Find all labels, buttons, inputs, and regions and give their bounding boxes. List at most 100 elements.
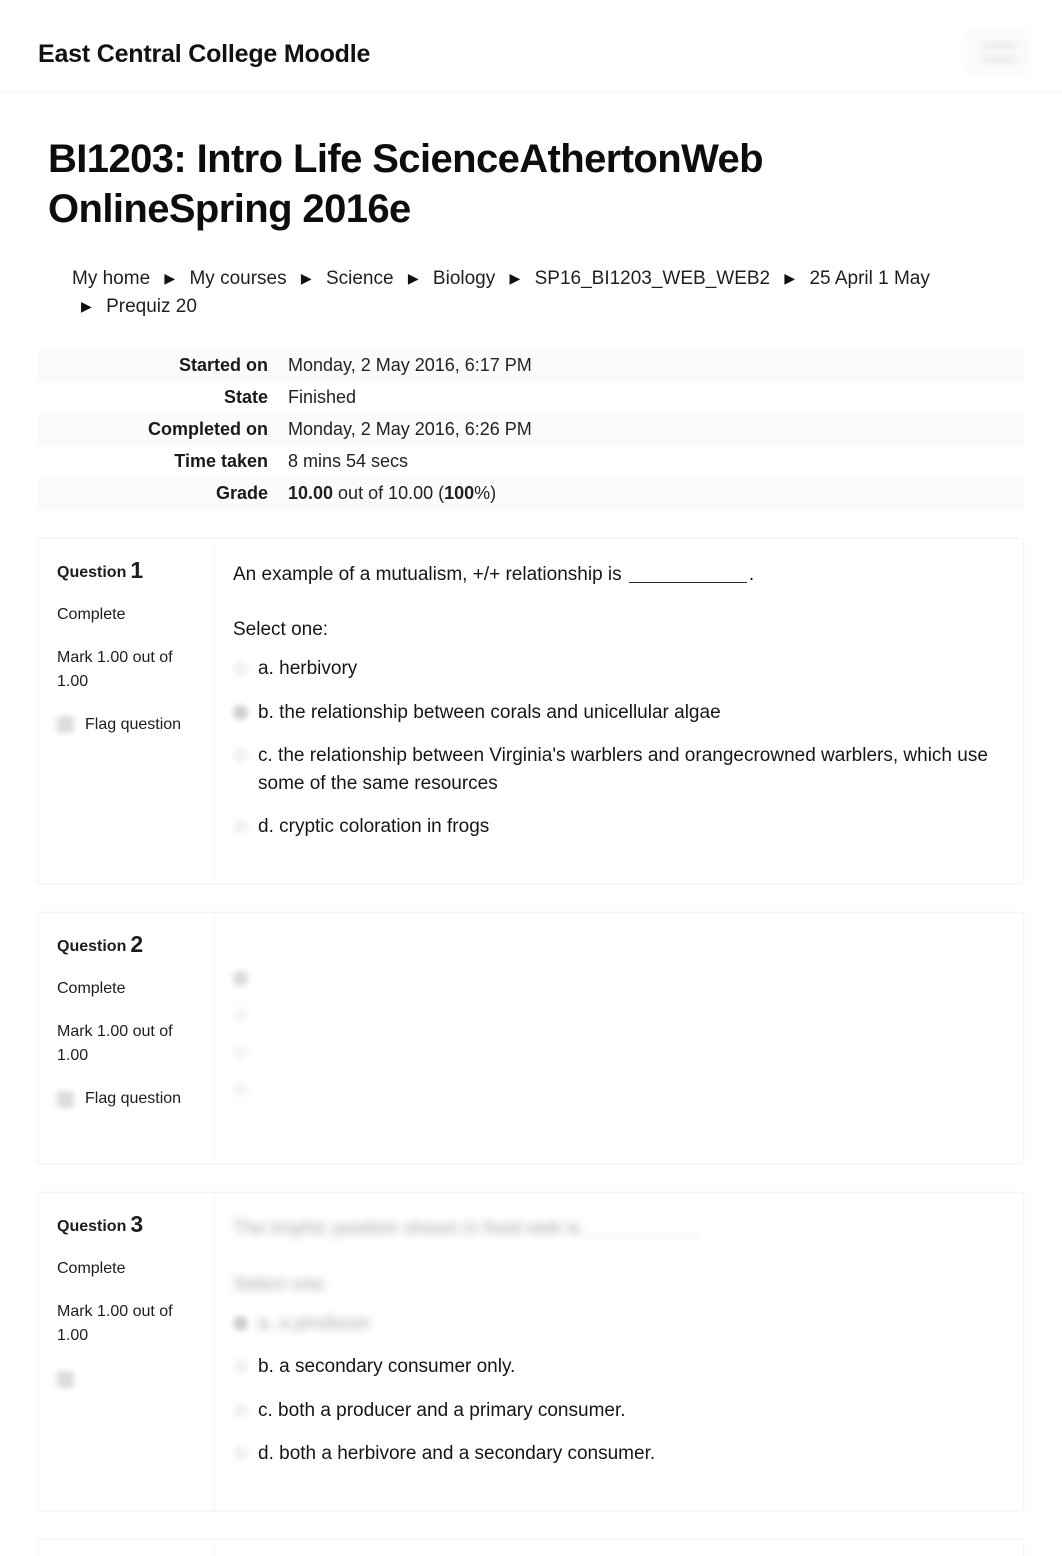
select-one-label: Select one: (233, 619, 329, 641)
answer-option[interactable]: b. the relationship between corals and u… (233, 699, 997, 727)
answer-label: d. cryptic coloration in frogs (258, 816, 490, 838)
radio-button-icon[interactable] (233, 1402, 248, 1418)
question-card: Question 3 Complete Mark 1.00 out of 1.00… (38, 1192, 1024, 1511)
answer-option[interactable]: a. herbivory (233, 655, 997, 683)
answer-list: a. a producer. b. a secondary consumer o… (233, 1310, 997, 1468)
question-stem: The trophic position shown in food web i… (233, 1215, 997, 1244)
menu-bar (981, 57, 1017, 62)
radio-button-icon-selected[interactable] (233, 1315, 248, 1331)
grade-percent: 100 (444, 483, 475, 504)
grade-middle: out of 10.00 ( (333, 483, 445, 504)
question-word: Question (57, 938, 127, 956)
answer-option[interactable]: a. a producer. (233, 1310, 997, 1338)
site-title: East Central College Moodle (38, 40, 371, 68)
question-word: Question (57, 1218, 127, 1236)
radio-button-icon-selected[interactable] (233, 971, 248, 987)
question-state: Complete (57, 1260, 126, 1278)
radio-button-icon[interactable] (233, 1082, 248, 1098)
table-row: Time taken 8 mins 54 secs (38, 445, 1024, 478)
answer-label: b. a secondary consumer only. (258, 1356, 516, 1378)
question-stem: An example of a mutualism, +/+ relations… (233, 561, 997, 590)
fill-in-blank (582, 1223, 701, 1238)
breadcrumb-item-prequiz: Prequiz 20 (106, 296, 197, 318)
answer-option[interactable] (233, 1039, 997, 1061)
breadcrumb-item-my-courses[interactable]: My courses (189, 268, 286, 289)
answer-option[interactable] (233, 965, 997, 987)
question-number-label: Question 2 (57, 931, 198, 958)
question-info-panel: Question 2 Complete Mark 1.00 out of 1.00… (39, 913, 215, 1164)
question-card: A trophic position in a food web can be (38, 1538, 1024, 1556)
table-row: Completed on Monday, 2 May 2016, 6:26 PM (38, 413, 1024, 446)
breadcrumb: My home ▶ My courses ▶ Science ▶ Biology… (72, 265, 952, 322)
answer-option[interactable] (233, 1076, 997, 1098)
question-mark: Mark 1.00 out of 1.00 (57, 1303, 173, 1345)
breadcrumb-item-course-code[interactable]: SP16_BI1203_WEB_WEB2 (535, 268, 771, 289)
summary-value-started-on: Monday, 2 May 2016, 6:17 PM (288, 355, 532, 376)
question-mark: Mark 1.00 out of 1.00 (57, 648, 173, 690)
answer-option[interactable]: b. a secondary consumer only. (233, 1353, 997, 1381)
radio-button-icon[interactable] (233, 1359, 248, 1375)
page-content: BI1203: Intro Life ScienceAthertonWeb On… (0, 134, 1062, 1556)
question-info-panel: Question 3 Complete Mark 1.00 out of 1.00… (39, 1193, 215, 1510)
flag-icon (57, 1090, 74, 1108)
answer-label: c. the relationship between Virginia's w… (258, 745, 988, 794)
summary-value-state: Finished (288, 387, 357, 408)
page-title: BI1203: Intro Life ScienceAthertonWeb On… (48, 137, 764, 232)
breadcrumb-item-my-home[interactable]: My home (72, 268, 150, 289)
summary-key-completed-on: Completed on (148, 419, 268, 440)
question-number-label: Question 1 (57, 557, 198, 584)
table-row: Started on Monday, 2 May 2016, 6:17 PM (38, 349, 1024, 382)
radio-button-icon-selected[interactable] (233, 704, 248, 720)
question-number: 2 (130, 931, 144, 958)
radio-button-icon[interactable] (233, 1446, 248, 1462)
summary-value-time-taken: 8 mins 54 secs (288, 451, 409, 472)
radio-button-icon[interactable] (233, 819, 248, 835)
summary-key-time-taken: Time taken (174, 451, 268, 472)
radio-button-icon[interactable] (233, 748, 248, 764)
answer-option[interactable]: c. both a producer and a primary consume… (233, 1397, 997, 1425)
radio-button-icon[interactable] (233, 1008, 248, 1024)
question-card: Question 1 Complete Mark 1.00 out of 1.00… (38, 537, 1024, 885)
answer-label: c. both a producer and a primary consume… (258, 1399, 626, 1421)
chevron-right-icon: ▶ (784, 269, 796, 286)
question-info-panel: Question 1 Complete Mark 1.00 out of 1.00… (39, 538, 215, 884)
flag-question-control[interactable]: Flag question (57, 1090, 198, 1108)
attempt-summary-table: Started on Monday, 2 May 2016, 6:17 PM S… (38, 349, 1024, 510)
flag-question-label: Flag question (85, 715, 182, 733)
flag-question-control[interactable]: Flag question (57, 716, 198, 734)
question-body: The trophic position shown in food web i… (215, 1193, 1023, 1510)
chevron-right-icon: ▶ (164, 269, 176, 286)
breadcrumb-item-biology[interactable]: Biology (433, 268, 495, 289)
question-mark: Mark 1.00 out of 1.00 (57, 1023, 173, 1065)
question-stem-before: An example of a mutualism, +/+ relations… (233, 563, 627, 585)
answer-option[interactable]: c. the relationship between Virginia's w… (233, 742, 997, 797)
breadcrumb-item-week[interactable]: 25 April 1 May (809, 268, 929, 289)
question-info-panel (39, 1539, 215, 1556)
summary-key-state: State (223, 387, 268, 408)
table-row: Grade 10.00 out of 10.00 (100%) (38, 477, 1024, 510)
answer-option[interactable]: d. both a herbivore and a secondary cons… (233, 1440, 997, 1468)
question-state: Complete (57, 605, 126, 623)
question-number-label: Question 3 (57, 1211, 198, 1238)
radio-button-icon[interactable] (233, 661, 248, 677)
answer-option[interactable] (233, 1002, 997, 1024)
flag-icon (57, 716, 74, 734)
summary-key-grade: Grade (215, 483, 268, 504)
question-stem-redacted: The trophic position shown in food web i… (233, 1218, 581, 1240)
answer-list (233, 965, 997, 1098)
question-body: An example of a mutualism, +/+ relations… (215, 538, 1023, 884)
flag-question-label: Flag question (85, 1090, 182, 1108)
menu-bar (981, 43, 1017, 48)
breadcrumb-item-science[interactable]: Science (326, 268, 394, 289)
hamburger-menu-icon[interactable] (966, 26, 1030, 78)
question-body: A trophic position in a food web can be (215, 1539, 1023, 1556)
flag-icon (57, 1370, 74, 1388)
radio-button-icon[interactable] (233, 1045, 248, 1061)
answer-option[interactable]: d. cryptic coloration in frogs (233, 813, 997, 841)
answer-label: b. the relationship between corals and u… (258, 701, 721, 723)
question-card: Question 2 Complete Mark 1.00 out of 1.00… (38, 912, 1024, 1165)
chevron-right-icon: ▶ (407, 269, 419, 286)
table-row: State Finished (38, 381, 1024, 414)
question-word: Question (57, 563, 127, 581)
flag-question-control[interactable]: Flag question (57, 1370, 198, 1388)
